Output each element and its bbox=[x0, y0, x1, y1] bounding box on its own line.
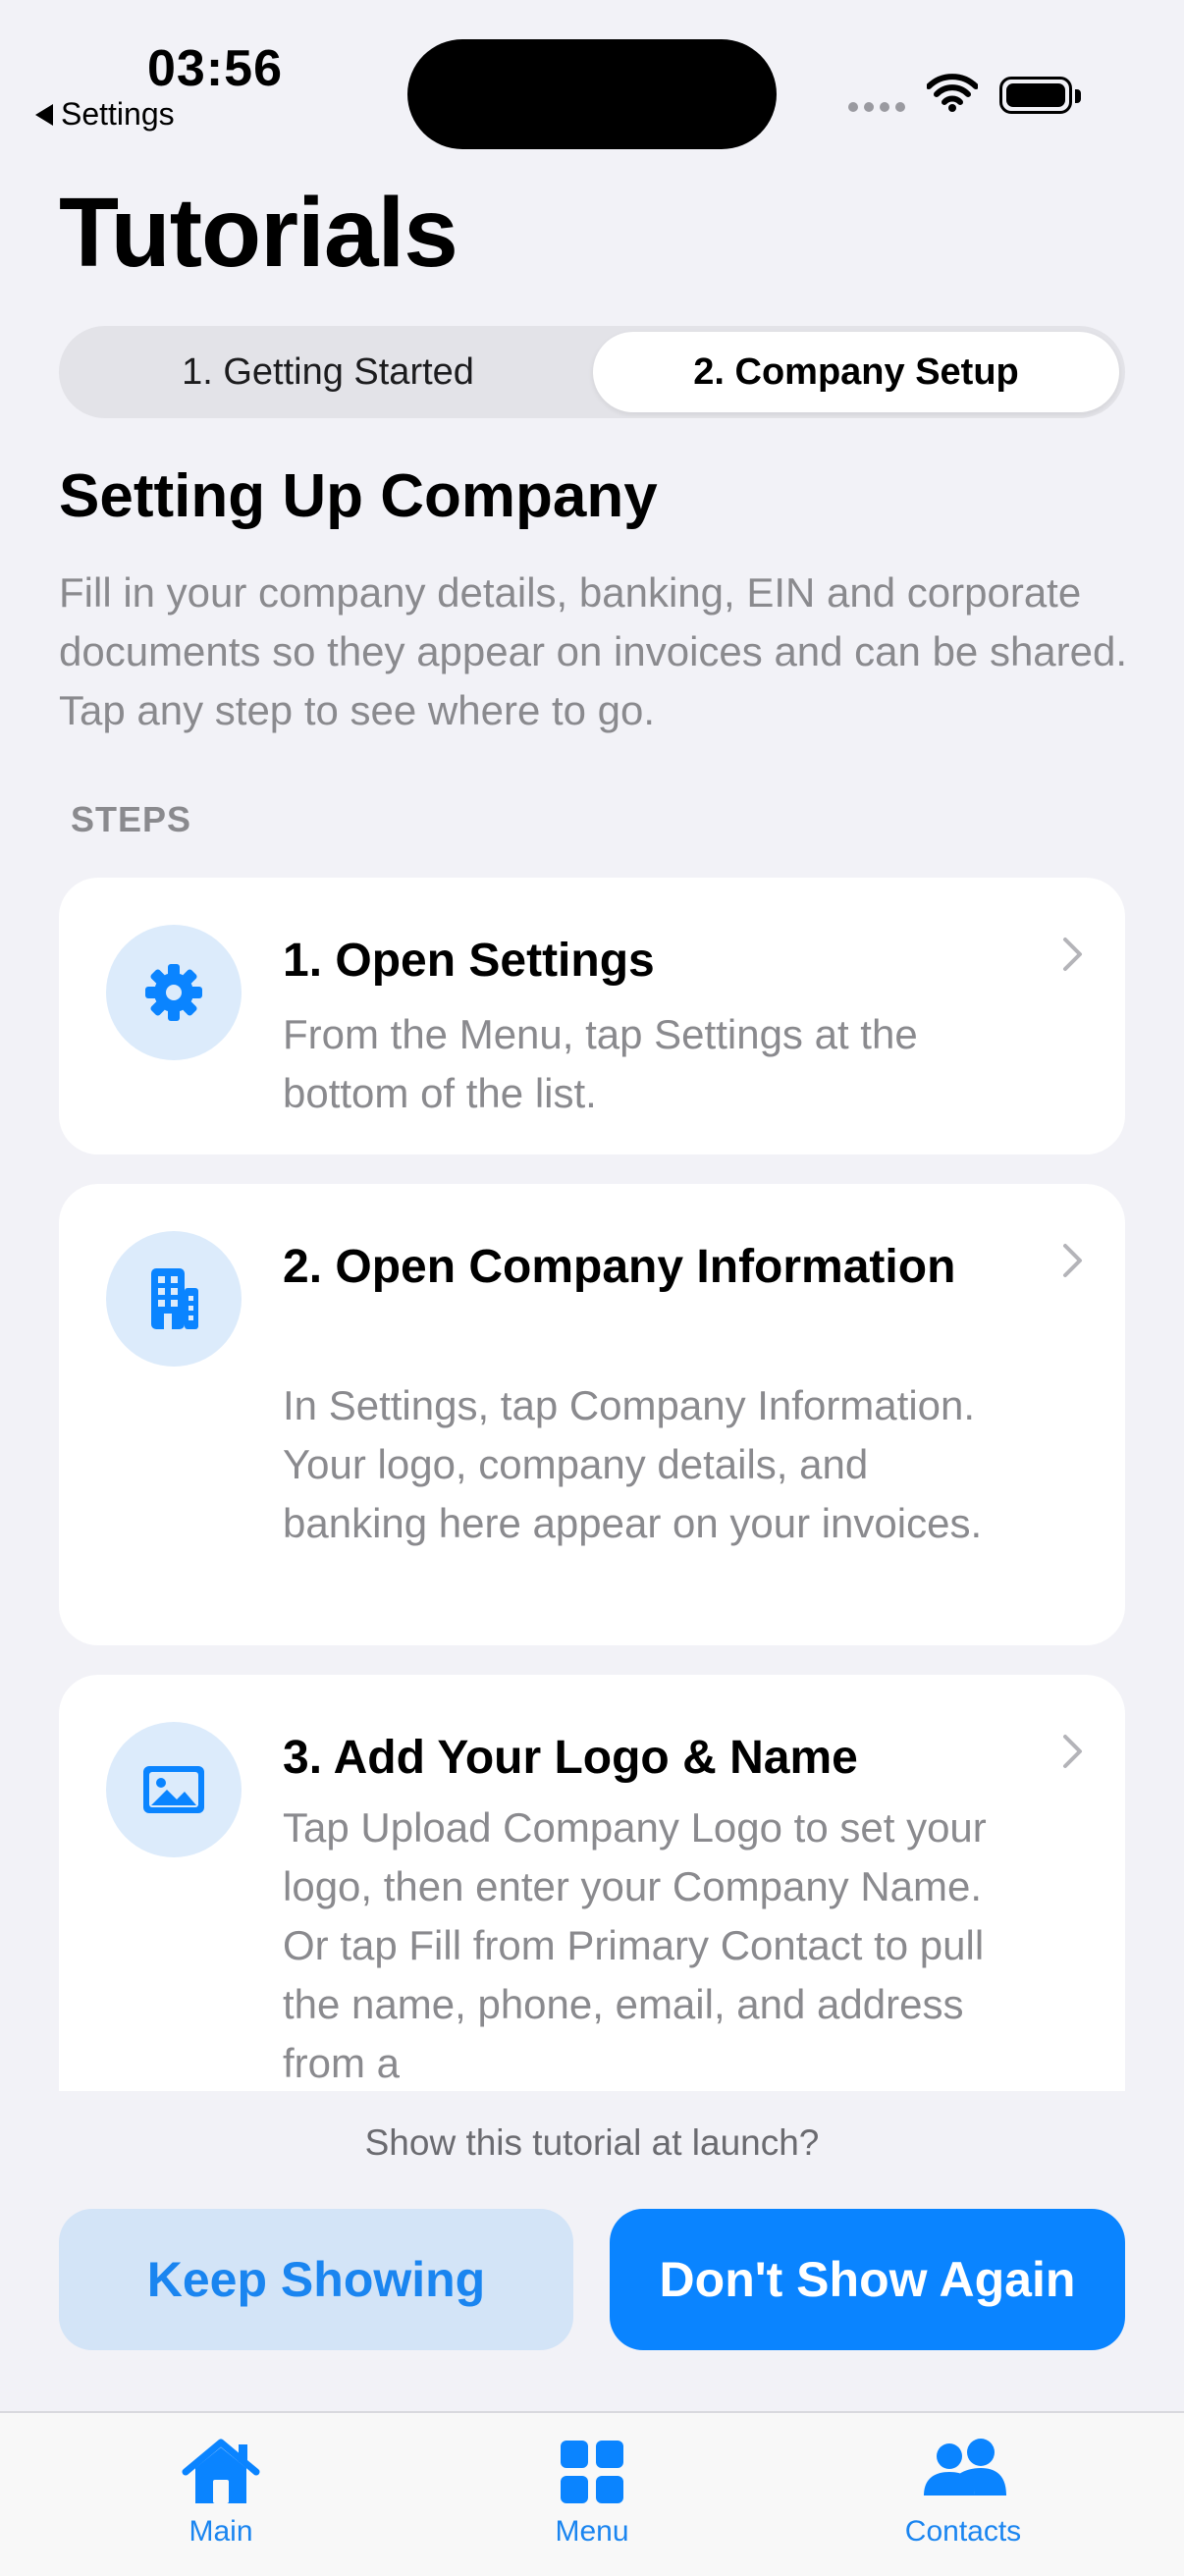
step-title: 1. Open Settings bbox=[283, 935, 655, 987]
section-intro: Fill in your company details, banking, E… bbox=[59, 569, 1128, 733]
section-heading: Setting Up Company bbox=[59, 462, 658, 530]
step-description: Tap Upload Company Logo to set your logo… bbox=[283, 1804, 987, 2086]
launch-prompt: Show this tutorial at launch? bbox=[364, 2122, 820, 2163]
wifi-icon bbox=[927, 74, 978, 112]
step-description: From the Menu, tap Settings at the botto… bbox=[283, 1011, 918, 1116]
step-title: 3. Add Your Logo & Name bbox=[283, 1732, 858, 1784]
dont-show-again-button[interactable]: Don't Show Again bbox=[610, 2209, 1125, 2350]
back-triangle-icon bbox=[35, 103, 53, 126]
back-app-label: Settings bbox=[61, 96, 175, 132]
back-to-settings-link[interactable]: Settings bbox=[35, 96, 175, 133]
people-icon bbox=[924, 2439, 1006, 2496]
house-icon bbox=[182, 2439, 260, 2503]
grid-icon bbox=[561, 2441, 623, 2503]
tab-menu[interactable]: Menu bbox=[474, 2437, 710, 2549]
step-card-add-logo-name[interactable]: 3. Add Your Logo & Name Tap Upload Compa… bbox=[59, 1675, 1125, 2091]
photo-icon bbox=[106, 1722, 242, 1857]
segment-getting-started[interactable]: 1. Getting Started bbox=[65, 332, 591, 412]
tab-label: Main bbox=[188, 2515, 253, 2548]
dynamic-island bbox=[407, 39, 777, 149]
chevron-right-icon bbox=[1063, 1735, 1082, 1768]
tab-main[interactable]: Main bbox=[103, 2437, 339, 2549]
segment-company-setup[interactable]: 2. Company Setup bbox=[593, 332, 1119, 412]
cellular-dots-icon bbox=[848, 102, 905, 112]
battery-icon bbox=[999, 77, 1081, 114]
building-icon bbox=[106, 1231, 242, 1367]
page-title: Tutorials bbox=[59, 178, 458, 288]
steps-list: 1. Open Settings From the Menu, tap Sett… bbox=[0, 864, 1184, 2091]
step-title: 2. Open Company Information bbox=[283, 1241, 956, 1293]
tab-bar: Main Menu Contacts bbox=[0, 2411, 1184, 2576]
steps-label: STEPS bbox=[71, 799, 192, 839]
status-time: 03:56 bbox=[147, 40, 283, 97]
chevron-right-icon bbox=[1063, 1244, 1082, 1277]
chevron-right-icon bbox=[1063, 938, 1082, 971]
step-card-open-settings[interactable]: 1. Open Settings From the Menu, tap Sett… bbox=[59, 878, 1125, 1154]
keep-showing-button[interactable]: Keep Showing bbox=[59, 2209, 573, 2350]
step-card-company-information[interactable]: 2. Open Company Information In Settings,… bbox=[59, 1184, 1125, 1645]
tab-contacts[interactable]: Contacts bbox=[845, 2437, 1081, 2549]
tutorial-segmented-control: 1. Getting Started 2. Company Setup bbox=[59, 326, 1125, 418]
tab-label: Menu bbox=[555, 2515, 629, 2548]
tab-label: Contacts bbox=[904, 2515, 1022, 2548]
step-description: In Settings, tap Company Information. Yo… bbox=[283, 1382, 983, 1546]
gear-icon bbox=[106, 925, 242, 1060]
